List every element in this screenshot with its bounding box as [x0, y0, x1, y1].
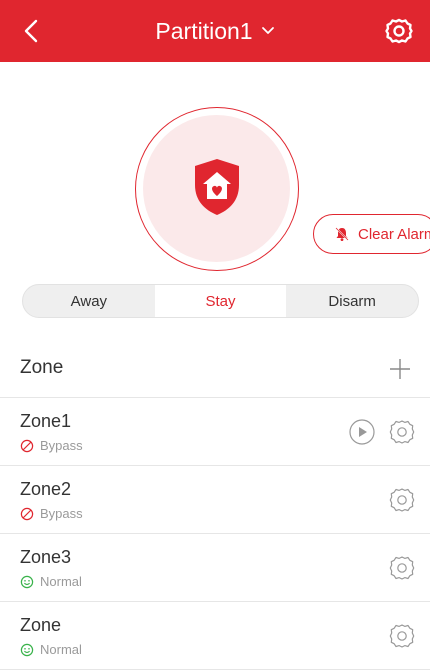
smile-icon: [20, 643, 34, 656]
zone-row[interactable]: Zone1 Bypass: [0, 398, 430, 466]
zone-name: Zone3: [20, 547, 72, 567]
gear-icon: [385, 18, 413, 44]
zone-section-header: Zone: [0, 340, 430, 398]
zone-name: Zone1: [20, 411, 72, 431]
bypass-icon: [20, 439, 34, 452]
zone-section-title: Zone: [20, 357, 64, 378]
arm-status-indicator: [135, 107, 299, 271]
mode-stay-button[interactable]: Stay: [154, 285, 287, 317]
alarm-bell-icon: [335, 227, 349, 241]
zone-row[interactable]: Zone Normal: [0, 602, 430, 670]
app-header: Partition1: [0, 0, 430, 62]
zone-status: Bypass: [20, 438, 83, 453]
zone-row[interactable]: Zone2 Bypass: [0, 466, 430, 534]
partition-selector[interactable]: Partition1: [0, 0, 430, 62]
zone-status: Normal: [20, 574, 82, 589]
clear-alarm-label: Clear Alarm: [358, 225, 430, 243]
zone-name: Zone: [20, 615, 62, 635]
zone-settings-button[interactable]: [388, 622, 416, 650]
gear-icon: [389, 420, 415, 444]
zone-settings-button[interactable]: [388, 418, 416, 446]
clear-alarm-button[interactable]: Clear Alarm: [313, 214, 430, 254]
gear-icon: [389, 556, 415, 580]
settings-button[interactable]: [384, 16, 414, 46]
mode-away-button[interactable]: Away: [23, 285, 155, 317]
smile-icon: [20, 575, 34, 588]
add-zone-button[interactable]: [388, 357, 412, 381]
chevron-down-icon: [261, 24, 275, 38]
partition-status-area: Clear Alarm: [0, 62, 430, 284]
bypass-icon: [20, 507, 34, 520]
zone-name: Zone2: [20, 479, 72, 499]
gear-icon: [389, 488, 415, 512]
home-shield-icon: [195, 159, 239, 215]
zone-status: Normal: [20, 642, 82, 657]
gear-icon: [389, 624, 415, 648]
zone-settings-button[interactable]: [388, 486, 416, 514]
play-button[interactable]: [348, 418, 376, 446]
zone-row[interactable]: Zone3 Normal: [0, 534, 430, 602]
arm-mode-segmented-control: Away Stay Disarm: [22, 284, 419, 318]
plus-icon: [390, 359, 410, 379]
zone-status: Bypass: [20, 506, 83, 521]
page-title: Partition1: [155, 17, 253, 44]
mode-disarm-button[interactable]: Disarm: [286, 285, 418, 317]
zone-settings-button[interactable]: [388, 554, 416, 582]
play-circle-icon: [349, 419, 375, 445]
